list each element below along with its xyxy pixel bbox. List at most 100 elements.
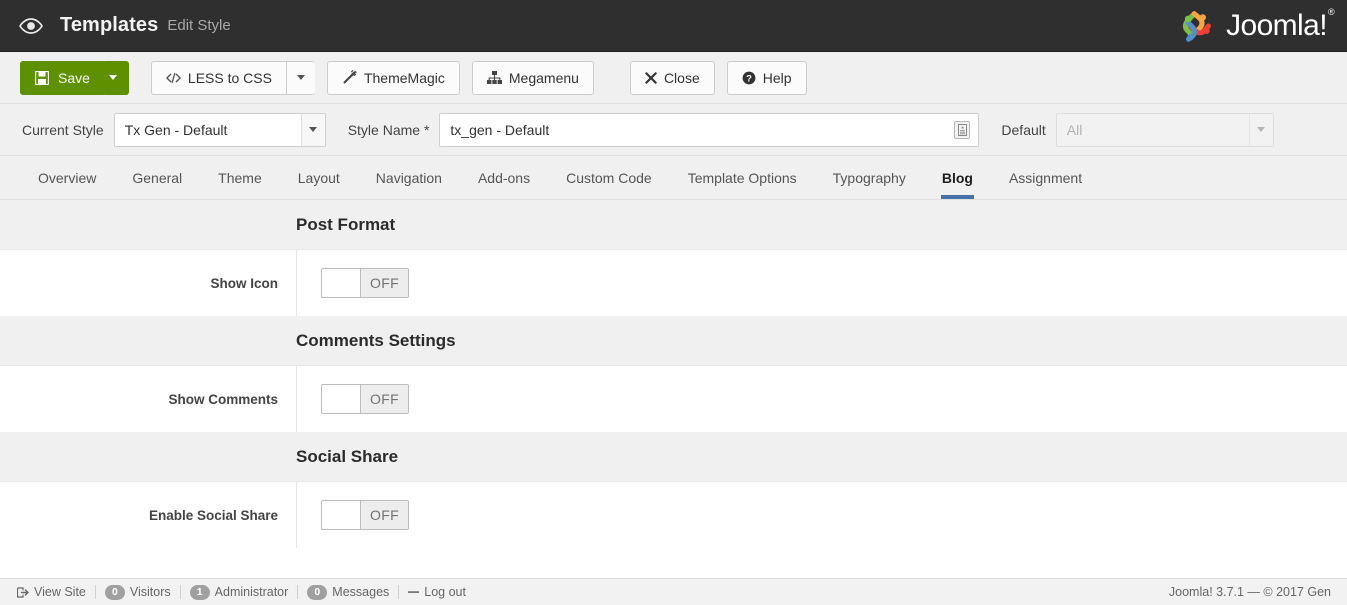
tab-overview[interactable]: Overview xyxy=(20,156,114,199)
toggle-state-label: OFF xyxy=(361,501,408,529)
toolbar: Save LESS to CSS xyxy=(0,52,1347,104)
section-title: Comments Settings xyxy=(296,331,456,351)
tab-panel-blog: Post Format Show Icon OFF Comments Setti… xyxy=(0,200,1347,578)
tab-custom-code[interactable]: Custom Code xyxy=(548,156,670,199)
show-icon-toggle[interactable]: OFF xyxy=(321,268,409,298)
current-style-select[interactable]: Tx Gen - Default xyxy=(114,113,326,147)
enable-social-share-toggle[interactable]: OFF xyxy=(321,500,409,530)
save-dropdown-toggle[interactable] xyxy=(103,61,129,95)
show-icon-label: Show Icon xyxy=(0,276,278,291)
save-button[interactable]: Save xyxy=(20,61,107,95)
show-comments-control: OFF xyxy=(296,366,409,432)
logout-label: Log out xyxy=(424,585,466,599)
toggle-state-label: OFF xyxy=(361,269,408,297)
copyright-text: Joomla! 3.7.1 — © 2017 Gen xyxy=(1169,585,1331,599)
tab-add-ons[interactable]: Add-ons xyxy=(460,156,548,199)
eye-icon xyxy=(18,15,44,37)
help-button[interactable]: ? Help xyxy=(727,61,807,95)
field-row-enable-social-share: Enable Social Share OFF xyxy=(0,482,1347,548)
floppy-disk-icon xyxy=(35,71,49,85)
help-button-label: Help xyxy=(763,71,792,85)
tab-bar: Overview General Theme Layout Navigation… xyxy=(0,156,1347,200)
thememagic-label: ThemeMagic xyxy=(364,71,445,85)
current-style-value: Tx Gen - Default xyxy=(115,122,301,138)
style-name-picker-icon[interactable] xyxy=(954,121,970,139)
show-comments-toggle[interactable]: OFF xyxy=(321,384,409,414)
logout-link[interactable]: Log out xyxy=(399,585,475,599)
view-site-label: View Site xyxy=(34,585,86,599)
section-header-post-format: Post Format xyxy=(0,200,1347,250)
enable-social-share-label: Enable Social Share xyxy=(0,508,278,523)
joomla-logo-icon xyxy=(1179,8,1217,44)
page-header: Templates Edit Style Joomla!® xyxy=(0,0,1347,52)
section-title: Post Format xyxy=(296,215,395,235)
thememagic-button[interactable]: ThemeMagic xyxy=(327,61,460,95)
messages-status[interactable]: 0 Messages xyxy=(298,585,398,600)
tab-label: Template Options xyxy=(688,170,797,186)
brand-trademark: ® xyxy=(1328,7,1334,17)
messages-label: Messages xyxy=(332,585,389,599)
toggle-knob xyxy=(322,501,361,529)
style-bar: Current Style Tx Gen - Default Style Nam… xyxy=(0,104,1347,156)
current-style-label: Current Style xyxy=(22,122,104,138)
megamenu-label: Megamenu xyxy=(509,71,579,85)
tab-label: Theme xyxy=(218,170,262,186)
tab-label: Custom Code xyxy=(566,170,652,186)
tab-label: Navigation xyxy=(376,170,442,186)
view-site-link[interactable]: View Site xyxy=(8,585,95,599)
tab-layout[interactable]: Layout xyxy=(280,156,358,199)
tab-navigation[interactable]: Navigation xyxy=(358,156,460,199)
less-to-css-dropdown-toggle[interactable] xyxy=(286,61,315,95)
visitors-status[interactable]: 0 Visitors xyxy=(96,585,180,600)
close-button-label: Close xyxy=(664,71,700,85)
tab-assignment[interactable]: Assignment xyxy=(991,156,1100,199)
chevron-down-icon xyxy=(109,75,117,80)
save-button-label: Save xyxy=(58,71,90,85)
field-row-show-comments: Show Comments OFF xyxy=(0,366,1347,432)
close-button[interactable]: Close xyxy=(630,61,715,95)
chevron-down-icon xyxy=(1249,114,1273,146)
toggle-knob xyxy=(322,385,361,413)
magic-wand-icon xyxy=(342,70,357,85)
close-x-icon xyxy=(645,72,657,84)
less-to-css-button[interactable]: LESS to CSS xyxy=(151,61,286,95)
default-select[interactable]: All xyxy=(1056,113,1274,147)
toggle-knob xyxy=(322,269,361,297)
default-value: All xyxy=(1057,122,1249,138)
brand-name: Joomla!® xyxy=(1226,9,1333,43)
tab-label: Overview xyxy=(38,170,96,186)
field-row-show-icon: Show Icon OFF xyxy=(0,250,1347,316)
page-title: Templates xyxy=(60,14,158,37)
administrator-label: Administrator xyxy=(215,585,289,599)
tab-typography[interactable]: Typography xyxy=(815,156,924,199)
tab-theme[interactable]: Theme xyxy=(200,156,280,199)
tab-label: Assignment xyxy=(1009,170,1082,186)
less-to-css-label: LESS to CSS xyxy=(188,71,272,85)
tab-label: Add-ons xyxy=(478,170,530,186)
section-header-comments-settings: Comments Settings xyxy=(0,316,1347,366)
style-name-label: Style Name * xyxy=(348,122,430,138)
code-icon xyxy=(166,72,181,84)
external-link-icon xyxy=(17,587,29,598)
tab-label: Typography xyxy=(833,170,906,186)
administrator-status[interactable]: 1 Administrator xyxy=(181,585,298,600)
visitors-label: Visitors xyxy=(130,585,171,599)
show-icon-control: OFF xyxy=(296,250,409,316)
toggle-state-label: OFF xyxy=(361,385,408,413)
messages-badge: 0 xyxy=(307,585,327,600)
minus-icon xyxy=(408,589,419,595)
enable-social-share-control: OFF xyxy=(296,482,409,548)
tab-blog[interactable]: Blog xyxy=(924,156,991,199)
megamenu-button[interactable]: Megamenu xyxy=(472,61,594,95)
tab-label: Blog xyxy=(942,170,973,186)
page-subtitle: Edit Style xyxy=(167,17,230,34)
joomla-brand: Joomla!® xyxy=(1179,0,1333,51)
style-name-input[interactable]: tx_gen - Default xyxy=(439,113,979,147)
tab-template-options[interactable]: Template Options xyxy=(670,156,815,199)
svg-text:?: ? xyxy=(746,73,752,84)
tab-general[interactable]: General xyxy=(114,156,200,199)
brand-name-text: Joomla! xyxy=(1226,9,1327,42)
sitemap-icon xyxy=(487,71,502,84)
style-name-value: tx_gen - Default xyxy=(440,122,954,138)
status-bar: View Site 0 Visitors 1 Administrator 0 M… xyxy=(0,578,1347,605)
